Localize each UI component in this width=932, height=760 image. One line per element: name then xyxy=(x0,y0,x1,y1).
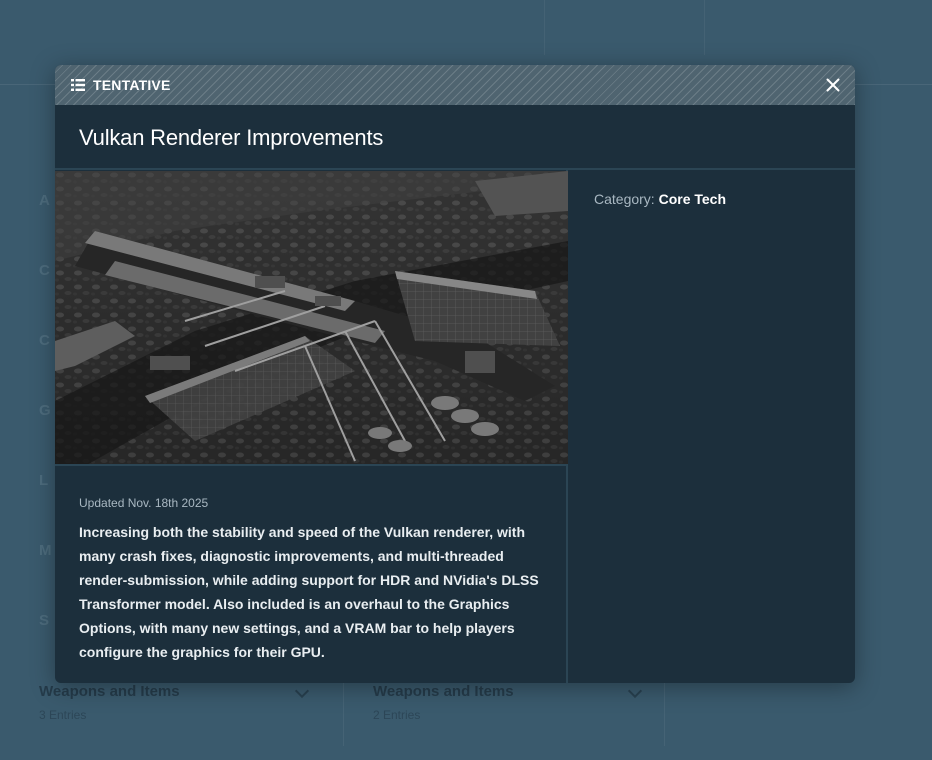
background-category-letter: L xyxy=(39,472,49,489)
category-field: Category: Core Tech xyxy=(594,191,726,207)
status-indicator: TENTATIVE xyxy=(71,77,171,93)
chevron-down-icon xyxy=(294,683,310,699)
list-icon xyxy=(71,79,85,91)
background-topbar-segment xyxy=(545,0,705,55)
background-category-letter: C xyxy=(39,332,50,349)
background-card: Weapons and Items 3 Entries xyxy=(39,676,344,746)
background-card-subtitle: 3 Entries xyxy=(39,708,87,722)
category-label: Category: xyxy=(594,191,655,207)
close-button[interactable] xyxy=(825,77,841,93)
roadmap-item-modal: TENTATIVE Vulkan Renderer Improvements U… xyxy=(55,65,855,683)
close-icon xyxy=(826,78,840,92)
item-description: Increasing both the stability and speed … xyxy=(79,524,539,660)
background-topbar-segment xyxy=(0,0,545,55)
category-value: Core Tech xyxy=(658,191,727,207)
background-category-letter: A xyxy=(39,192,50,209)
background-category-letter: G xyxy=(39,402,51,419)
background-card: Weapons and Items 2 Entries xyxy=(373,676,665,746)
updated-date: Updated Nov. 18th 2025 xyxy=(79,496,209,510)
background-card-subtitle: 2 Entries xyxy=(373,708,421,722)
background-card-title: Weapons and Items xyxy=(373,683,514,700)
modal-side-column: Category: Core Tech xyxy=(570,170,855,683)
modal-title-bar: Vulkan Renderer Improvements xyxy=(55,105,855,170)
modal-main-column: Updated Nov. 18th 2025 Increasing both t… xyxy=(55,170,568,683)
hero-image xyxy=(55,171,568,466)
chevron-down-icon xyxy=(627,683,643,699)
industrial-structure-render xyxy=(55,171,568,464)
modal-title: Vulkan Renderer Improvements xyxy=(79,125,384,150)
modal-status-header: TENTATIVE xyxy=(55,65,855,105)
background-category-letter: S xyxy=(39,612,50,629)
background-card-title: Weapons and Items xyxy=(39,683,180,700)
status-label: TENTATIVE xyxy=(93,77,171,93)
background-category-letter: C xyxy=(39,262,50,279)
background-category-letter: M xyxy=(39,542,52,559)
